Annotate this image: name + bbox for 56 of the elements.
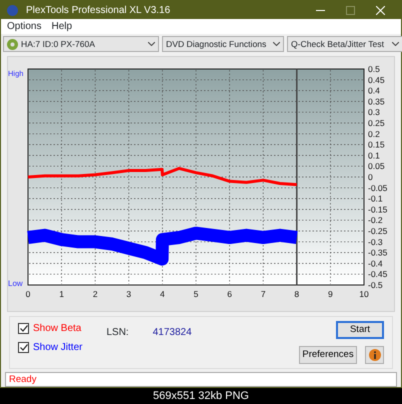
low-label: Low	[8, 279, 23, 288]
x-tick-label: 10	[359, 289, 369, 300]
x-tick-label: 9	[328, 289, 333, 300]
y-tick-label: 0.45	[368, 75, 385, 86]
dropdown[interactable]: Q-Check Beta/Jitter Test	[287, 36, 402, 52]
x-tick-label: 7	[260, 289, 266, 300]
y-tick-label: -0.2	[368, 216, 383, 226]
x-tick-label: 4	[160, 289, 165, 300]
y-tick-label: 0.2	[368, 129, 380, 140]
y-tick-label: 0.3	[368, 108, 380, 118]
y-tick-label: 0.4	[368, 86, 380, 96]
x-tick-label: 8	[294, 289, 300, 300]
close-icon[interactable]	[376, 6, 384, 15]
y-tick-label: -0.5	[368, 280, 383, 290]
checkbox-label: Show Beta	[33, 322, 82, 336]
y-tick-label: -0.15	[368, 204, 388, 215]
y-tick-label: -0.1	[368, 194, 383, 204]
checkbox-label: Show Jitter	[33, 341, 82, 356]
x-tick-label: 1	[59, 289, 64, 300]
caret-icon	[273, 42, 280, 46]
checkbox[interactable]	[18, 342, 29, 354]
window-title: PlexTools Professional XL V3.16	[26, 4, 170, 18]
start-button[interactable]: Start	[336, 321, 384, 340]
dropdown[interactable]: HA:7 ID:0 PX-760A	[3, 36, 159, 52]
app-logo-icon	[7, 4, 18, 16]
y-tick-label: 0.25	[368, 118, 385, 128]
caret-icon	[392, 42, 399, 46]
x-tick-label: 6	[227, 289, 232, 300]
y-tick-label: -0.3	[368, 237, 383, 248]
lsn-value: 4173824	[152, 326, 192, 340]
y-tick-label: -0.45	[368, 270, 388, 280]
x-tick-label: 5	[194, 289, 198, 300]
menu-item[interactable]: Options	[7, 19, 42, 34]
x-tick-label: 3	[126, 289, 132, 300]
y-tick-label: -0.25	[368, 226, 388, 236]
x-tick-label: 0	[26, 289, 30, 300]
x-tick-label: 2	[92, 289, 98, 300]
disc-icon	[7, 38, 18, 50]
status-bar: Ready	[5, 372, 397, 387]
y-tick-label: 0.5	[368, 64, 380, 74]
menu-item[interactable]: Help	[51, 19, 72, 34]
image-caption: 569x551 32kb PNG	[152, 389, 250, 404]
lsn-label: LSN:	[106, 326, 129, 340]
preferences-button[interactable]: Preferences	[299, 346, 357, 364]
y-tick-label: 0.35	[368, 96, 385, 107]
y-tick-label: 0.05	[368, 162, 385, 172]
y-tick-label: 0.1	[368, 150, 380, 161]
dropdown[interactable]: DVD Diagnostic Functions	[162, 36, 284, 52]
info-button[interactable]	[365, 346, 384, 364]
checkbox[interactable]	[18, 323, 29, 334]
y-tick-label: -0.35	[368, 248, 388, 258]
y-tick-label: -0.4	[368, 258, 383, 269]
y-tick-label: 0.15	[368, 140, 385, 150]
y-tick-label: 0	[368, 172, 373, 182]
caret-icon	[148, 42, 155, 46]
y-tick-label: -0.05	[368, 183, 388, 194]
